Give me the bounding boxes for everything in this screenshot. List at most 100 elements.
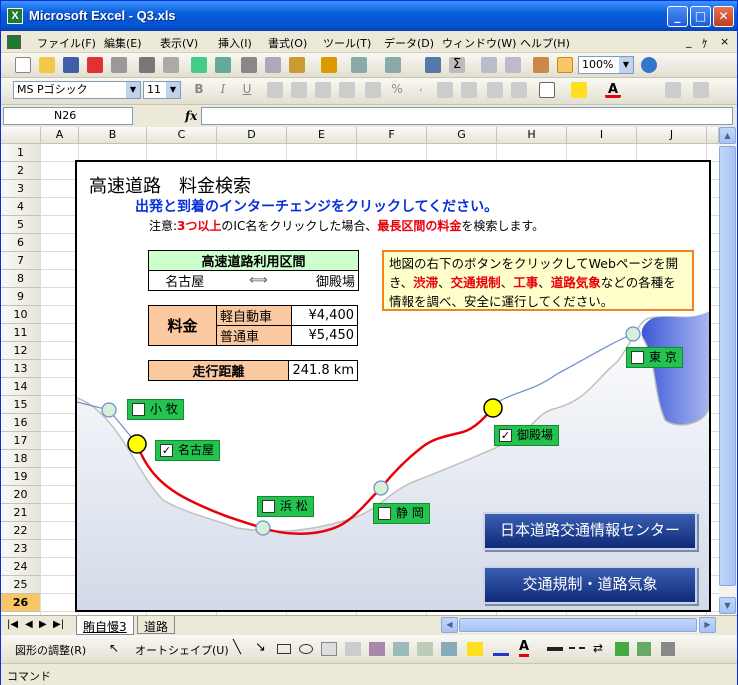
diagram-icon[interactable] — [393, 642, 409, 656]
row-header[interactable]: 17 — [1, 432, 41, 450]
excel-app-icon[interactable]: X — [7, 8, 23, 24]
line-style-icon[interactable] — [547, 647, 563, 651]
column-header[interactable]: C — [147, 127, 217, 144]
row-header[interactable]: 10 — [1, 306, 41, 324]
rectangle-icon[interactable] — [277, 644, 291, 654]
align-left-icon[interactable] — [267, 82, 283, 98]
redo-icon[interactable] — [385, 57, 401, 73]
row-header[interactable]: 14 — [1, 378, 41, 396]
hyperlink-icon[interactable] — [425, 57, 441, 73]
row-header[interactable]: 5 — [1, 216, 41, 234]
minimize-button[interactable]: _ — [667, 6, 688, 27]
menu-window[interactable]: ウィンドウ(W) — [442, 35, 516, 51]
document-icon[interactable] — [7, 35, 21, 49]
merge-center-icon[interactable] — [339, 82, 355, 98]
drawing-toggle-icon[interactable] — [557, 57, 573, 73]
doc-restore-button[interactable]: ｹ — [702, 35, 708, 51]
column-header[interactable]: D — [217, 127, 287, 144]
ic-checkbox-nagoya[interactable]: ✓ 名古屋 — [155, 440, 221, 461]
scroll-down-icon[interactable]: ▼ — [719, 597, 736, 614]
borders-icon[interactable] — [539, 82, 555, 98]
align-center-icon[interactable] — [291, 82, 307, 98]
column-header[interactable]: I — [567, 127, 637, 144]
wordart-icon[interactable] — [369, 642, 385, 656]
open-icon[interactable] — [39, 57, 55, 73]
formula-input[interactable] — [201, 107, 733, 125]
doc-minimize-button[interactable]: _ — [686, 35, 692, 48]
scroll-left-icon[interactable]: ◀ — [441, 617, 458, 633]
ic-checkbox-tokyo[interactable]: 東 京 — [626, 347, 683, 368]
row-header[interactable]: 21 — [1, 504, 41, 522]
textbox-icon[interactable] — [321, 642, 337, 656]
menu-insert[interactable]: 挿入(I) — [218, 35, 252, 51]
menu-format[interactable]: 書式(O) — [268, 35, 307, 51]
clipart-icon[interactable] — [417, 642, 433, 656]
paste-icon[interactable] — [289, 57, 305, 73]
shadow-style-icon[interactable] — [615, 642, 629, 656]
sort-ascending-icon[interactable] — [481, 57, 497, 73]
chart-wizard-icon[interactable] — [533, 57, 549, 73]
3d-style-icon[interactable] — [637, 642, 651, 656]
row-header[interactable]: 26 — [1, 594, 41, 612]
row-header[interactable]: 3 — [1, 180, 41, 198]
bold-icon[interactable]: B — [191, 82, 207, 98]
line-color-icon[interactable] — [493, 642, 509, 656]
dash-style-icon[interactable] — [569, 647, 585, 650]
decrease-decimal-icon[interactable] — [461, 82, 477, 98]
row-header[interactable]: 9 — [1, 288, 41, 306]
help-icon[interactable] — [641, 57, 657, 73]
copy-icon[interactable] — [265, 57, 281, 73]
name-box[interactable]: N26 — [3, 107, 133, 125]
tab-first-icon[interactable]: |◀ — [7, 619, 18, 630]
font-color-icon[interactable]: A — [519, 639, 530, 657]
shape-adjust-menu[interactable]: 図形の調整(R) — [15, 642, 86, 658]
row-header[interactable]: 19 — [1, 468, 41, 486]
toolbar-options-icon[interactable] — [693, 82, 709, 98]
row-header[interactable]: 8 — [1, 270, 41, 288]
fill-color-icon[interactable] — [571, 82, 587, 98]
print-preview-icon[interactable] — [163, 57, 179, 73]
sort-descending-icon[interactable] — [505, 57, 521, 73]
scroll-thumb[interactable] — [719, 146, 736, 586]
row-header[interactable]: 12 — [1, 342, 41, 360]
undo-icon[interactable] — [351, 57, 367, 73]
row-header[interactable]: 4 — [1, 198, 41, 216]
row-header[interactable]: 25 — [1, 576, 41, 594]
row-header[interactable]: 16 — [1, 414, 41, 432]
column-header[interactable]: H — [497, 127, 567, 144]
column-header[interactable]: J — [637, 127, 707, 144]
row-header[interactable]: 22 — [1, 522, 41, 540]
format-painter-icon[interactable] — [321, 57, 337, 73]
doc-close-button[interactable]: × — [720, 35, 729, 48]
sheet-tab[interactable]: 道路 — [137, 616, 176, 634]
increase-decimal-icon[interactable] — [437, 82, 453, 98]
row-header[interactable]: 2 — [1, 162, 41, 180]
column-header[interactable]: B — [79, 127, 147, 144]
fx-icon[interactable]: fx — [185, 109, 197, 123]
column-header[interactable]: A — [41, 127, 79, 144]
row-header[interactable]: 18 — [1, 450, 41, 468]
comma-style-icon[interactable]: , — [413, 82, 429, 98]
fill-color-icon[interactable] — [467, 642, 483, 656]
ic-checkbox-gotemba[interactable]: ✓ 御殿場 — [494, 425, 560, 446]
column-header[interactable]: G — [427, 127, 497, 144]
row-header[interactable]: 15 — [1, 396, 41, 414]
row-header[interactable]: 13 — [1, 360, 41, 378]
font-size-select[interactable]: 11 ▼ — [143, 81, 181, 99]
line-icon[interactable]: ╲ — [233, 640, 241, 655]
maximize-button[interactable]: □ — [690, 6, 711, 27]
cut-icon[interactable] — [241, 57, 257, 73]
hscroll-thumb[interactable] — [459, 618, 697, 632]
menu-help[interactable]: ヘルプ(H) — [520, 35, 570, 51]
print-icon[interactable] — [139, 57, 155, 73]
row-header[interactable]: 1 — [1, 144, 41, 162]
menu-edit[interactable]: 編集(E) — [104, 35, 142, 51]
row-header[interactable]: 23 — [1, 540, 41, 558]
vertical-textbox-icon[interactable] — [345, 642, 361, 656]
picture-icon[interactable] — [441, 642, 457, 656]
drawing-options-icon[interactable] — [661, 642, 675, 656]
arrow-style-icon[interactable]: ⇄ — [593, 641, 603, 655]
underline-icon[interactable]: U — [239, 82, 255, 98]
jartic-button[interactable]: 日本道路交通情報センター — [483, 512, 697, 550]
increase-indent-icon[interactable] — [511, 82, 527, 98]
